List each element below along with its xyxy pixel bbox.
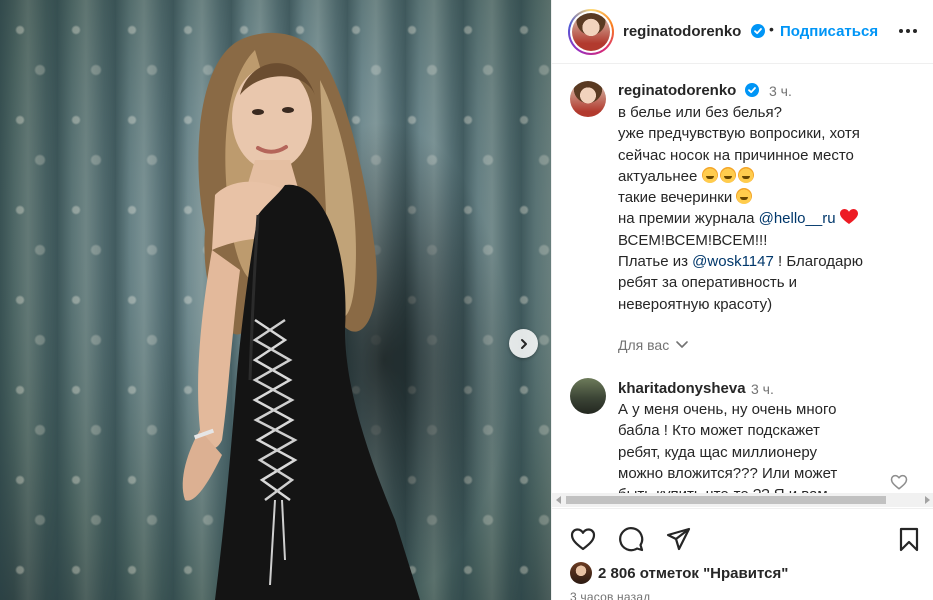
caption-text: в белье или без белья? уже предчувствую … <box>618 102 908 315</box>
laughing-emoji-icon <box>737 166 754 183</box>
caption-line: такие вечеринки <box>618 187 908 208</box>
comment-like-heart-icon[interactable] <box>890 473 908 491</box>
caption-line: сейчас носок на причинное место <box>618 146 854 164</box>
red-heart-emoji-icon <box>839 209 858 225</box>
scrollbar-thumb[interactable] <box>566 496 886 504</box>
verified-badge-icon <box>745 83 759 97</box>
next-photo-button[interactable] <box>509 329 538 358</box>
verified-badge-icon <box>751 24 765 38</box>
mention-link[interactable]: @wosk1147 <box>692 253 774 270</box>
caption-line: на премии журнала @hello__ru <box>618 208 908 229</box>
chevron-right-icon <box>520 338 527 349</box>
caption-time: 3 ч. <box>769 83 792 99</box>
comment-text: А у меня очень, ну очень много бабла ! К… <box>618 399 898 493</box>
commenter-avatar[interactable] <box>570 378 606 414</box>
comment-time: 3 ч. <box>751 381 774 397</box>
caption-line: ребят за оперативность и <box>618 274 798 292</box>
caption-line: невероятную красоту) <box>618 295 773 313</box>
post-header: reginatodorenko • Подписаться <box>552 0 933 64</box>
likes-row[interactable]: 2 806 отметок "Нравится" <box>570 562 788 584</box>
laughing-emoji-icon <box>701 166 718 183</box>
follow-button[interactable]: Подписаться <box>780 23 878 40</box>
caption-username[interactable]: reginatodorenko <box>618 82 736 99</box>
caption-line: в белье или без белья? <box>618 104 782 121</box>
author-avatar-image <box>572 13 610 51</box>
post-actions-bar <box>552 508 933 558</box>
bookmark-icon[interactable] <box>896 526 922 552</box>
comment-line: А у меня очень, ну очень много <box>618 401 837 418</box>
horizontal-scrollbar[interactable] <box>552 493 933 507</box>
caption-line: уже предчувствую вопросики, хотя <box>618 125 860 143</box>
author-username[interactable]: reginatodorenko <box>623 23 741 40</box>
mention-link[interactable]: @hello__ru <box>759 210 836 227</box>
post-photo[interactable] <box>0 0 551 600</box>
comment-line: бабла ! Кто может подскажет <box>618 422 820 440</box>
comments-section[interactable]: reginatodorenko 3 ч. в белье или без бел… <box>552 65 933 493</box>
post-side-panel: reginatodorenko • Подписаться reginatodo… <box>551 0 933 600</box>
laughing-emoji-icon <box>719 166 736 183</box>
caption-line: Платье из @wosk1147 ! Благодарю <box>618 253 863 271</box>
likes-count[interactable]: 2 806 отметок "Нравится" <box>598 565 788 582</box>
scroll-left-arrow-icon[interactable] <box>556 496 561 504</box>
comment-line: быть купить что-то ?? Я и вам <box>618 484 898 493</box>
scroll-right-arrow-icon[interactable] <box>925 496 930 504</box>
caption-author-avatar[interactable] <box>570 81 606 117</box>
caption-line: ВСЕМ!ВСЕМ!ВСЕМ!!! <box>618 231 768 249</box>
comment-line: ребят, куда щас миллионеру <box>618 443 818 461</box>
post-timestamp: 3 часов назад <box>570 590 651 600</box>
woman-figure-illustration <box>182 32 420 600</box>
heart-icon[interactable] <box>570 526 596 552</box>
party-emoji-icon <box>736 188 753 205</box>
for-you-label: Для вас <box>618 337 670 353</box>
chevron-down-icon <box>676 341 688 348</box>
more-horizontal-icon[interactable] <box>897 20 919 42</box>
for-you-toggle[interactable]: Для вас <box>618 337 689 353</box>
author-avatar[interactable] <box>568 9 614 55</box>
comment-icon[interactable] <box>618 526 644 552</box>
caption-line: актуальнее <box>618 166 908 187</box>
send-icon[interactable] <box>665 526 691 552</box>
comment-line: можно вложится??? Или может <box>618 464 838 482</box>
commenter-username[interactable]: kharitadonysheva <box>618 380 746 397</box>
separator-dot: • <box>769 21 774 37</box>
liker-avatar[interactable] <box>570 562 592 584</box>
